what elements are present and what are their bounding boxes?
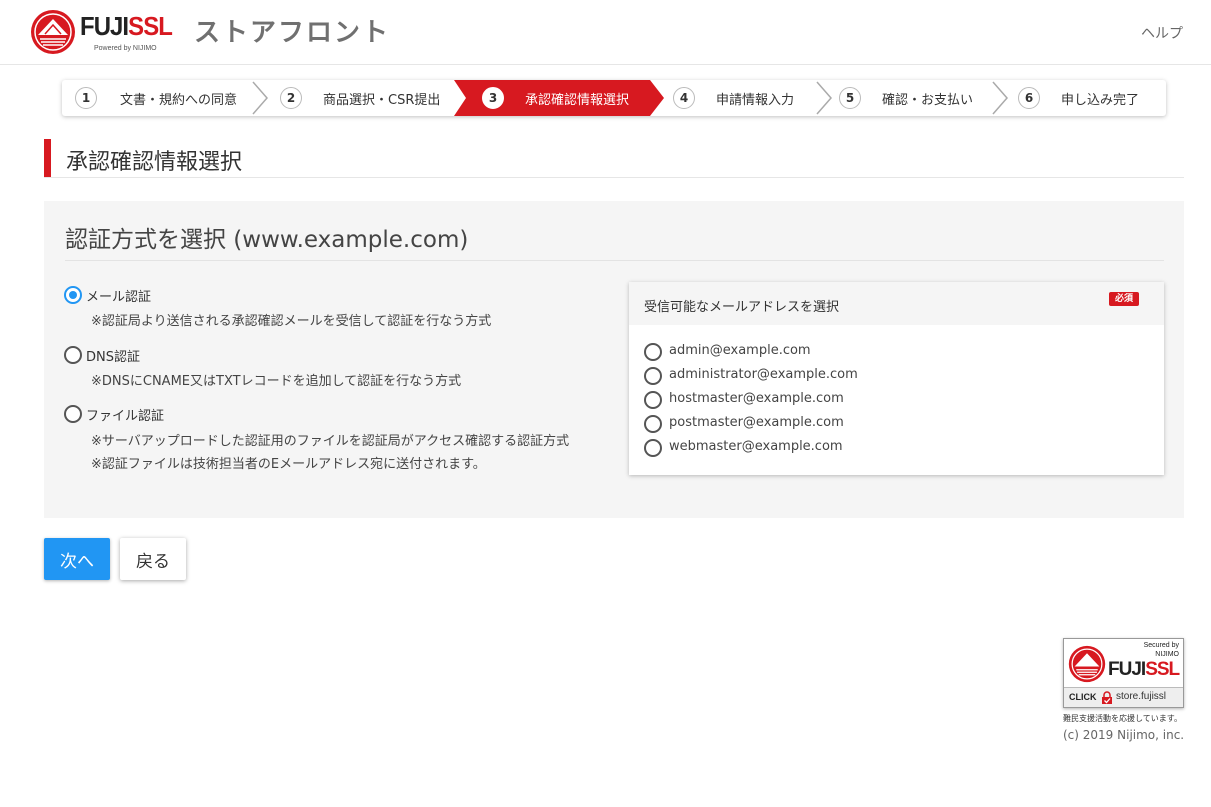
panel-title: 認証方式を選択 (www.example.com) — [65, 227, 469, 253]
radio-button[interactable] — [644, 367, 662, 385]
step-number: 3 — [482, 87, 504, 109]
step-3: 3 承認確認情報選択 — [482, 80, 629, 116]
badge-click-label: CLICK — [1069, 692, 1097, 702]
step-6: 6 申し込み完了 — [1018, 80, 1139, 116]
title-accent-bar — [44, 139, 51, 177]
step-2: 2 商品選択・CSR提出 — [280, 80, 440, 116]
step-number: 4 — [673, 87, 695, 109]
step-progress-bar: 1 文書・規約への同意 2 商品選択・CSR提出 3 承認確認情報選択 4 申請… — [62, 80, 1166, 116]
step-5: 5 確認・お支払い — [839, 80, 973, 116]
logo-wordmark: FUJISSL — [80, 11, 173, 41]
badge-brand: FUJISSL — [1108, 659, 1180, 680]
radio-button[interactable] — [644, 391, 662, 409]
wordmark-ssl: SSL — [1145, 659, 1180, 680]
email-address: postmaster@example.com — [669, 415, 844, 430]
badge-bottom-bar: CLICK store.fujissl — [1064, 687, 1183, 707]
step-label: 申し込み完了 — [1061, 92, 1140, 108]
copyright: (c) 2019 Nijimo, inc. — [1063, 728, 1185, 742]
wordmark-ssl: SSL — [128, 11, 173, 41]
radio-button[interactable] — [64, 405, 82, 423]
fujissl-logo[interactable]: FUJISSL Powered by NIJIMO — [30, 9, 180, 57]
badge-secured-by-line: NIJIMO — [1155, 651, 1179, 658]
radio-button[interactable] — [644, 343, 662, 361]
email-select-card: 受信可能なメールアドレスを選択 必須 admin@example.com adm… — [629, 282, 1164, 475]
badge-secured-text: Secured by NIJIMO — [1144, 641, 1179, 659]
logo-powered-by: Powered by NIJIMO — [94, 45, 157, 52]
card-title: 受信可能なメールアドレスを選択 — [644, 300, 840, 315]
help-link[interactable]: ヘルプ — [1141, 23, 1183, 43]
method-label: メール認証 — [86, 290, 152, 305]
card-header: 受信可能なメールアドレスを選択 必須 — [629, 282, 1164, 325]
header: FUJISSL Powered by NIJIMO ストアフロント ヘルプ — [0, 0, 1211, 65]
page-title-text: 承認確認情報選択 — [66, 150, 243, 175]
method-description: ※DNSにCNAME又はTXTレコードを追加して認証を行なう方式 — [91, 374, 462, 389]
divider — [65, 260, 1164, 261]
back-button[interactable]: 戻る — [120, 538, 186, 580]
fujissl-secured-badge[interactable]: Secured by NIJIMO FUJISSL CLICK store.fu… — [1063, 638, 1184, 708]
lock-check-icon — [1102, 691, 1112, 704]
step-label: 商品選択・CSR提出 — [323, 92, 441, 108]
step-number: 2 — [280, 87, 302, 109]
email-address: webmaster@example.com — [669, 439, 843, 454]
method-description: ※認証局より送信される承認確認メールを受信して認証を行なう方式 — [91, 314, 492, 329]
method-description: ※認証ファイルは技術担当者のEメールアドレス宛に送付されます。 — [91, 457, 486, 472]
step-1: 1 文書・規約への同意 — [75, 80, 237, 116]
step-label: 文書・規約への同意 — [120, 92, 238, 108]
step-4: 4 申請情報入力 — [673, 80, 794, 116]
step-label: 確認・お支払い — [882, 92, 974, 108]
step-number: 5 — [839, 87, 861, 109]
page-title: 承認確認情報選択 — [44, 139, 1184, 178]
logo-seal-icon — [31, 10, 75, 54]
email-address: admin@example.com — [669, 343, 811, 358]
badge-store-url: store.fujissl — [1116, 691, 1167, 702]
radio-button[interactable] — [644, 415, 662, 433]
required-badge: 必須 — [1108, 292, 1139, 306]
next-button[interactable]: 次へ — [44, 538, 110, 580]
radio-button[interactable] — [644, 439, 662, 457]
step-label: 承認確認情報選択 — [525, 92, 630, 108]
email-address: hostmaster@example.com — [669, 391, 844, 406]
email-address: administrator@example.com — [669, 367, 858, 382]
step-separator-chevron-icon — [992, 81, 1008, 115]
step-number: 6 — [1018, 87, 1040, 109]
badge-secured-line: Secured by — [1143, 642, 1179, 649]
method-label: ファイル認証 — [86, 409, 165, 424]
badge-seal-icon — [1068, 645, 1106, 683]
method-label: DNS認証 — [86, 350, 140, 365]
step-number: 1 — [75, 87, 97, 109]
step-label: 申請情報入力 — [716, 92, 795, 108]
badge-caption: 難民支援活動を応援しています。 — [1063, 714, 1182, 723]
step-separator-chevron-icon — [816, 81, 832, 115]
method-description: ※サーバアップロードした認証用のファイルを認証局がアクセス確認する認証方式 — [91, 434, 570, 449]
radio-button[interactable] — [64, 346, 82, 364]
store-title: ストアフロント — [194, 18, 391, 48]
step-separator-chevron-icon — [252, 81, 268, 115]
radio-button[interactable] — [64, 286, 82, 304]
